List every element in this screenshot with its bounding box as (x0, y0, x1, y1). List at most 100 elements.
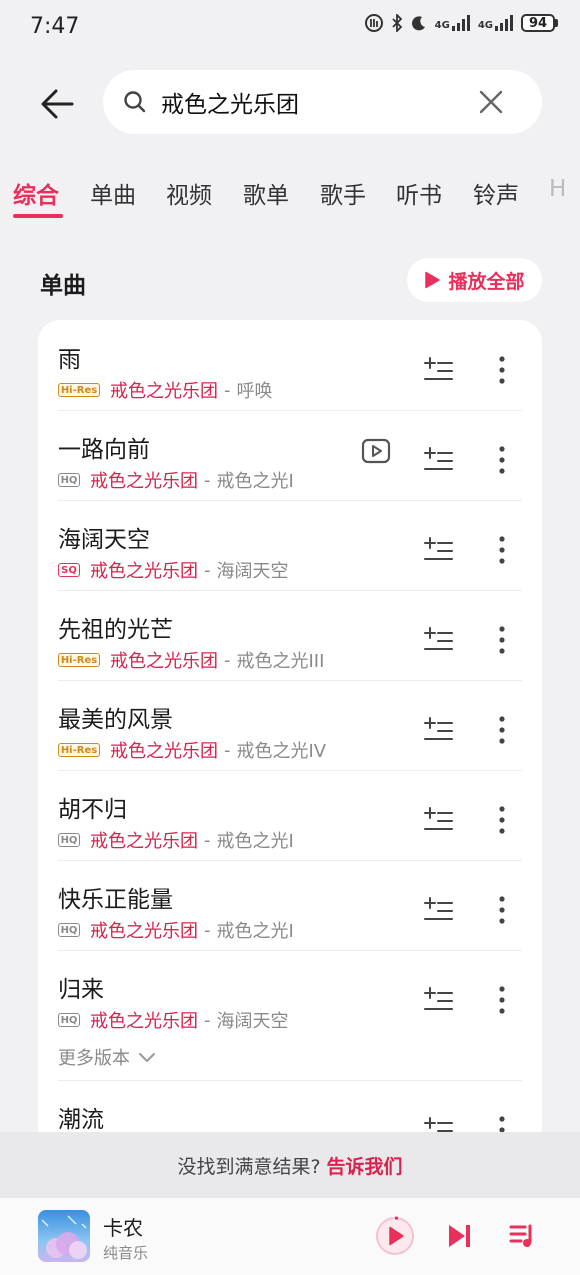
tab-videos[interactable]: 视频 (166, 176, 212, 210)
song-row[interactable]: 归来 HQ 戒色之光乐团 - 海阔天空 (38, 950, 542, 1040)
song-meta: HQ 戒色之光乐团 - 海阔天空 (58, 1007, 289, 1033)
feedback-bar: 没找到满意结果? 告诉我们 (0, 1132, 580, 1198)
song-artist[interactable]: 戒色之光乐团 (110, 647, 218, 673)
more-options-icon[interactable] (496, 716, 508, 744)
song-meta: HQ 戒色之光乐团 - 戒色之光I (58, 827, 294, 853)
section-title: 单曲 (40, 273, 86, 299)
song-row[interactable]: 一路向前 HQ 戒色之光乐团 - 戒色之光I (38, 410, 542, 500)
song-album: 戒色之光III (236, 651, 325, 672)
song-album: 戒色之光I (216, 831, 294, 852)
song-artist[interactable]: 戒色之光乐团 (90, 827, 198, 853)
song-album: 呼唤 (236, 381, 273, 402)
bluetooth-icon (392, 14, 402, 32)
tab-all[interactable]: 综合 (13, 176, 59, 210)
status-icons: 4G 4G 94 (364, 14, 558, 32)
song-title: 先祖的光芒 (58, 617, 173, 643)
song-title: 一路向前 (58, 437, 150, 463)
meta-separator: - (204, 1009, 211, 1031)
active-tab-indicator (13, 214, 63, 218)
song-artist[interactable]: 戒色之光乐团 (110, 737, 218, 763)
play-all-button[interactable]: 播放全部 (407, 258, 542, 302)
add-to-queue-icon[interactable] (424, 897, 454, 923)
more-options-icon[interactable] (496, 806, 508, 834)
add-to-queue-icon[interactable] (424, 627, 454, 653)
tab-artists[interactable]: 歌手 (320, 176, 366, 210)
mini-player[interactable]: 卡农 纯音乐 (0, 1198, 580, 1275)
add-to-queue-icon[interactable] (424, 987, 454, 1013)
tab-overflow[interactable]: H (549, 176, 566, 202)
meta-separator: - (204, 469, 211, 491)
signal-2: 4G (478, 15, 513, 31)
tab-songs[interactable]: 单曲 (90, 176, 136, 210)
add-to-queue-icon[interactable] (424, 357, 454, 383)
quality-badge: HQ (58, 923, 80, 937)
signal-1: 4G (435, 15, 470, 31)
quality-badge: HQ (58, 473, 80, 487)
song-title: 最美的风景 (58, 707, 173, 733)
add-to-queue-icon[interactable] (424, 717, 454, 743)
tab-audiobooks[interactable]: 听书 (396, 176, 442, 210)
signal-bars-icon (451, 15, 470, 31)
add-to-queue-icon[interactable] (424, 807, 454, 833)
tab-playlists[interactable]: 歌单 (243, 176, 289, 210)
more-options-icon[interactable] (496, 896, 508, 924)
song-album: 海阔天空 (216, 561, 289, 582)
song-title: 胡不归 (58, 797, 127, 823)
quality-badge: Hi-Res (58, 743, 100, 757)
quality-badge: HQ (58, 1013, 80, 1027)
more-options-icon[interactable] (496, 536, 508, 564)
meta-separator: - (204, 559, 211, 581)
back-arrow-icon[interactable] (36, 82, 80, 126)
quality-badge: Hi-Res (58, 383, 100, 397)
battery-level: 94 (521, 14, 555, 32)
song-artist[interactable]: 戒色之光乐团 (110, 377, 218, 403)
search-icon (124, 91, 146, 113)
tab-ringtones[interactable]: 铃声 (473, 176, 519, 210)
song-title: 雨 (58, 347, 81, 373)
song-title: 海阔天空 (58, 527, 150, 553)
song-row[interactable]: 快乐正能量 HQ 戒色之光乐团 - 戒色之光I (38, 860, 542, 950)
next-track-icon[interactable] (445, 1222, 473, 1250)
quality-badge: Hi-Res (58, 653, 100, 667)
meta-separator: - (224, 649, 231, 671)
song-meta: Hi-Res 戒色之光乐团 - 呼唤 (58, 377, 273, 403)
more-options-icon[interactable] (496, 986, 508, 1014)
add-to-queue-icon[interactable] (424, 447, 454, 473)
album-cover[interactable] (38, 1210, 90, 1262)
moon-icon (411, 16, 425, 31)
more-versions-button[interactable]: 更多版本 (58, 1044, 156, 1070)
song-artist[interactable]: 戒色之光乐团 (90, 1007, 198, 1033)
quality-badge: SQ (58, 563, 80, 577)
add-to-queue-icon[interactable] (424, 537, 454, 563)
song-row[interactable]: 胡不归 HQ 戒色之光乐团 - 戒色之光I (38, 770, 542, 860)
song-album: 海阔天空 (216, 1011, 289, 1032)
song-list: 雨 Hi-Res 戒色之光乐团 - 呼唤 一路向前 HQ 戒色之光乐团 - 戒色之光I 海阔天空 SQ… (38, 320, 542, 1150)
search-box[interactable] (103, 70, 542, 134)
mv-video-icon[interactable] (361, 437, 391, 465)
song-artist[interactable]: 戒色之光乐团 (90, 467, 198, 493)
song-artist[interactable]: 戒色之光乐团 (90, 917, 198, 943)
more-options-icon[interactable] (496, 446, 508, 474)
feedback-link[interactable]: 告诉我们 (327, 1152, 403, 1179)
now-playing-title: 卡农 (103, 1216, 143, 1240)
song-row[interactable]: 雨 Hi-Res 戒色之光乐团 - 呼唤 (38, 320, 542, 410)
song-meta: Hi-Res 戒色之光乐团 - 戒色之光III (58, 647, 324, 673)
meta-separator: - (224, 739, 231, 761)
close-icon[interactable] (477, 88, 505, 116)
playlist-queue-icon[interactable] (508, 1222, 536, 1250)
play-all-label: 播放全部 (448, 270, 525, 293)
nfc-icon (364, 14, 383, 32)
song-row[interactable]: 最美的风景 Hi-Res 戒色之光乐团 - 戒色之光IV (38, 680, 542, 770)
search-input[interactable] (161, 82, 461, 122)
song-row[interactable]: 海阔天空 SQ 戒色之光乐团 - 海阔天空 (38, 500, 542, 590)
song-row[interactable]: 先祖的光芒 Hi-Res 戒色之光乐团 - 戒色之光III (38, 590, 542, 680)
status-bar: 7:47 4G 4G 94 (0, 0, 580, 58)
song-album: 戒色之光IV (236, 741, 327, 762)
song-artist[interactable]: 戒色之光乐团 (90, 557, 198, 583)
quality-badge: HQ (58, 833, 80, 847)
more-options-icon[interactable] (496, 626, 508, 654)
song-album: 戒色之光I (216, 921, 294, 942)
song-title: 快乐正能量 (58, 887, 173, 913)
more-options-icon[interactable] (496, 356, 508, 384)
play-pause-button[interactable] (375, 1216, 415, 1256)
